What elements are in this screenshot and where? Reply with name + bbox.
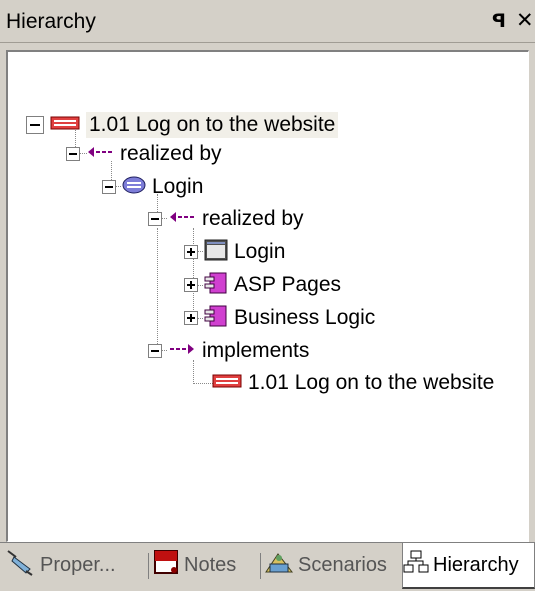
tab-hierarchy[interactable]: Hierarchy xyxy=(402,543,535,589)
tab-properties[interactable]: Proper... xyxy=(4,543,144,587)
window-titlebar: Hierarchy ꟼ ✕ xyxy=(0,0,535,43)
use-case-icon xyxy=(50,116,80,135)
tab-notes[interactable]: Notes xyxy=(152,543,256,587)
hierarchy-panel[interactable]: 1.01 Log on to the website realized by L… xyxy=(6,50,529,542)
tab-separator xyxy=(148,553,149,579)
collapse-icon[interactable] xyxy=(102,180,116,194)
collapse-icon[interactable] xyxy=(66,147,80,161)
expand-icon[interactable] xyxy=(184,278,198,292)
tree-node-implements[interactable]: implements xyxy=(148,336,309,366)
collapse-icon[interactable] xyxy=(148,344,162,358)
tree-node-label: 1.01 Log on to the website xyxy=(248,371,495,394)
hierarchy-icon xyxy=(403,549,429,581)
window-title: Hierarchy xyxy=(6,10,96,33)
use-case-oval-icon xyxy=(122,176,146,199)
tab-label: Proper... xyxy=(40,553,116,576)
tree-node-label: Business Logic xyxy=(234,306,376,329)
collapse-icon[interactable] xyxy=(148,212,162,226)
tree-node-label: realized by xyxy=(202,207,304,230)
properties-icon xyxy=(4,547,36,583)
screen-icon xyxy=(204,239,228,266)
component-icon xyxy=(204,305,228,332)
tree-connector xyxy=(193,383,213,384)
expand-icon[interactable] xyxy=(184,311,198,325)
tree-node-label: Login xyxy=(152,175,204,198)
expand-icon[interactable] xyxy=(184,245,198,259)
tab-label: Notes xyxy=(184,553,237,576)
realization-arrow-icon xyxy=(86,145,114,163)
tree-node-label: implements xyxy=(202,339,310,362)
bottom-tab-bar: Proper... Notes Scenarios Hierarchy xyxy=(0,542,535,591)
tree-node-login-use-case[interactable]: Login xyxy=(102,172,203,202)
tree-node-realized-by-child[interactable]: realized by xyxy=(148,204,304,234)
tree-node-label: Login xyxy=(234,240,286,263)
notes-icon xyxy=(152,548,180,582)
tree-node-realized-by[interactable]: realized by xyxy=(66,139,222,169)
tree-node-login-screen[interactable]: Login xyxy=(184,237,285,267)
tab-separator xyxy=(260,553,261,579)
component-icon xyxy=(204,272,228,299)
tree-node-label: 1.01 Log on to the website xyxy=(86,112,339,138)
tree-node-use-case-target[interactable]: 1.01 Log on to the website xyxy=(212,368,494,398)
close-icon[interactable]: ✕ xyxy=(516,8,534,33)
tab-label: Scenarios xyxy=(298,553,387,576)
hierarchy-tree: 1.01 Log on to the website realized by L… xyxy=(8,52,528,541)
implements-arrow-icon xyxy=(168,342,196,360)
use-case-icon xyxy=(212,374,242,393)
tree-node-use-case-root[interactable]: 1.01 Log on to the website xyxy=(26,110,339,140)
pin-icon[interactable]: ꟼ xyxy=(492,10,506,33)
realization-arrow-icon xyxy=(168,210,196,228)
tree-node-asp-pages[interactable]: ASP Pages xyxy=(184,270,341,300)
tree-connector xyxy=(157,228,158,350)
scenarios-icon xyxy=(264,548,294,582)
tree-node-business-logic[interactable]: Business Logic xyxy=(184,303,375,333)
collapse-icon[interactable] xyxy=(26,116,44,134)
tab-scenarios[interactable]: Scenarios xyxy=(264,543,400,587)
tree-node-label: realized by xyxy=(120,142,222,165)
tab-label: Hierarchy xyxy=(433,553,519,576)
tree-node-label: ASP Pages xyxy=(234,273,342,296)
